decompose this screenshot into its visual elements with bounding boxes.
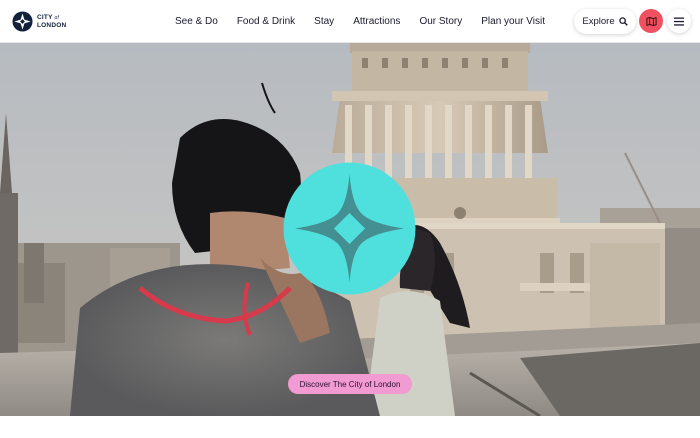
explore-label: Explore	[582, 16, 615, 27]
below-hero-area	[0, 416, 700, 438]
site-header: CITY of LONDON See & Do Food & Drink Sta…	[0, 0, 700, 43]
menu-button[interactable]	[667, 9, 691, 33]
search-icon	[618, 17, 628, 26]
nav-plan-your-visit[interactable]: Plan your Visit	[481, 16, 545, 27]
city-of-london-logo[interactable]: CITY of LONDON	[12, 11, 66, 32]
map-icon	[645, 16, 657, 26]
nav-attractions[interactable]: Attractions	[353, 16, 400, 27]
logo-london: LONDON	[37, 22, 67, 29]
logo-city: CITY	[37, 14, 53, 21]
nav-see-and-do[interactable]: See & Do	[175, 16, 218, 27]
nav-food-and-drink[interactable]: Food & Drink	[237, 16, 295, 27]
explore-button[interactable]: Explore	[574, 9, 636, 34]
discover-cta-button[interactable]: Discover The City of London	[288, 374, 412, 394]
logo-wordmark: CITY of LONDON	[37, 14, 66, 29]
city-emblem-icon	[283, 162, 416, 295]
nav-stay[interactable]: Stay	[314, 16, 334, 27]
main-nav: See & Do Food & Drink Stay Attractions O…	[175, 0, 545, 43]
map-button[interactable]	[639, 9, 663, 33]
logo-of: of	[54, 15, 60, 21]
hamburger-icon	[674, 17, 684, 26]
discover-cta-label: Discover The City of London	[299, 379, 401, 389]
city-logo-icon	[12, 11, 33, 32]
nav-our-story[interactable]: Our Story	[419, 16, 462, 27]
hero-section: Discover The City of London	[0, 43, 700, 416]
